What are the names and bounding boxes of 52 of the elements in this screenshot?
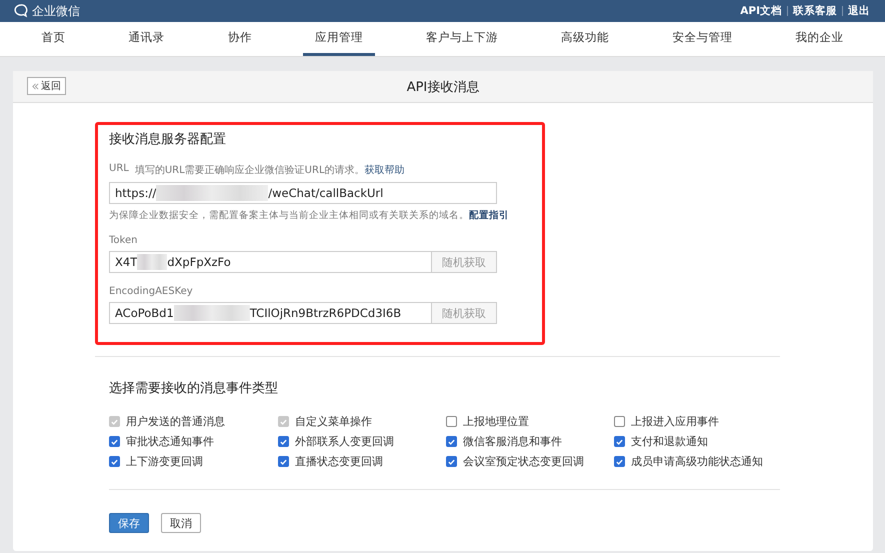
checkbox[interactable] [614,436,625,447]
checkbox-label: 用户发送的普通消息 [126,414,225,429]
checkbox[interactable] [109,456,120,467]
checkbox-label: 微信客服消息和事件 [463,434,562,449]
page-title: API接收消息 [406,78,480,96]
top-link[interactable]: 联系客服 [788,4,842,18]
nav-tab[interactable]: 安全与管理 [660,22,744,56]
field-label: URL [109,163,129,176]
domain-note: 为保障企业数据安全，需配置备案主体与当前企业主体相同或有关联关系的域名。配置指引 [109,209,510,222]
checkbox[interactable] [446,416,457,427]
checkbox-label: 支付和退款通知 [631,434,708,449]
double-chevron-icon [32,82,39,90]
checkbox-label: 上下游变更回调 [126,454,203,469]
nav-tab[interactable]: 协作 [216,22,264,56]
checkbox[interactable] [109,436,120,447]
checkbox-label: 直播状态变更回调 [295,454,383,469]
nav-tab[interactable]: 应用管理 [302,22,375,56]
checkbox-label: 成员申请高级功能状态通知 [631,454,763,469]
checkbox-label: 会议室预定状态变更回调 [463,454,584,469]
checkbox-label: 自定义菜单操作 [295,414,372,429]
nav-tab[interactable]: 首页 [30,22,78,56]
nav-tab[interactable]: 客户与上下游 [414,22,510,56]
checkbox[interactable] [278,456,289,467]
text-field[interactable]: X4T dXpFpXzFo [109,251,431,273]
text-field[interactable]: ACoPoBd1 TCIlOjRn9BtrzR6PDCd3I6B [109,302,431,324]
top-link[interactable]: 退出 [843,4,875,18]
checkbox-label: 上报地理位置 [463,414,529,429]
field-label: Token [109,235,138,246]
nav-tab[interactable]: 我的企业 [783,22,856,56]
section-title: 选择需要接收的消息事件类型 [109,380,279,397]
cancel-button[interactable]: 取消 [161,513,201,533]
logo-text: 企业微信 [32,2,80,20]
nav-tab[interactable]: 高级功能 [549,22,622,56]
checkbox-label: 外部联系人变更回调 [295,434,394,449]
nav-tab[interactable]: 通讯录 [116,22,177,56]
chat-bubble-icon [13,3,29,19]
checkbox[interactable] [446,436,457,447]
back-button[interactable]: 返回 [27,77,66,95]
checkbox[interactable] [278,436,289,447]
guide-link[interactable]: 配置指引 [469,210,509,221]
help-link[interactable]: 获取帮助 [364,165,405,176]
checkbox[interactable] [446,456,457,467]
top-link[interactable]: API文档 [735,4,787,18]
section-title: 接收消息服务器配置 [109,131,227,148]
checkbox-label: 上报进入应用事件 [631,414,719,429]
checkbox[interactable] [614,416,625,427]
checkbox-label: 审批状态通知事件 [126,434,214,449]
checkbox[interactable] [614,456,625,467]
url-field[interactable]: https:// /weChat/callBackUrl [109,182,497,204]
field-hint: 填写的URL需要正确响应企业微信验证URL的请求。获取帮助 [134,164,405,177]
save-button[interactable]: 保存 [109,513,149,533]
field-label: EncodingAESKey [109,286,193,297]
